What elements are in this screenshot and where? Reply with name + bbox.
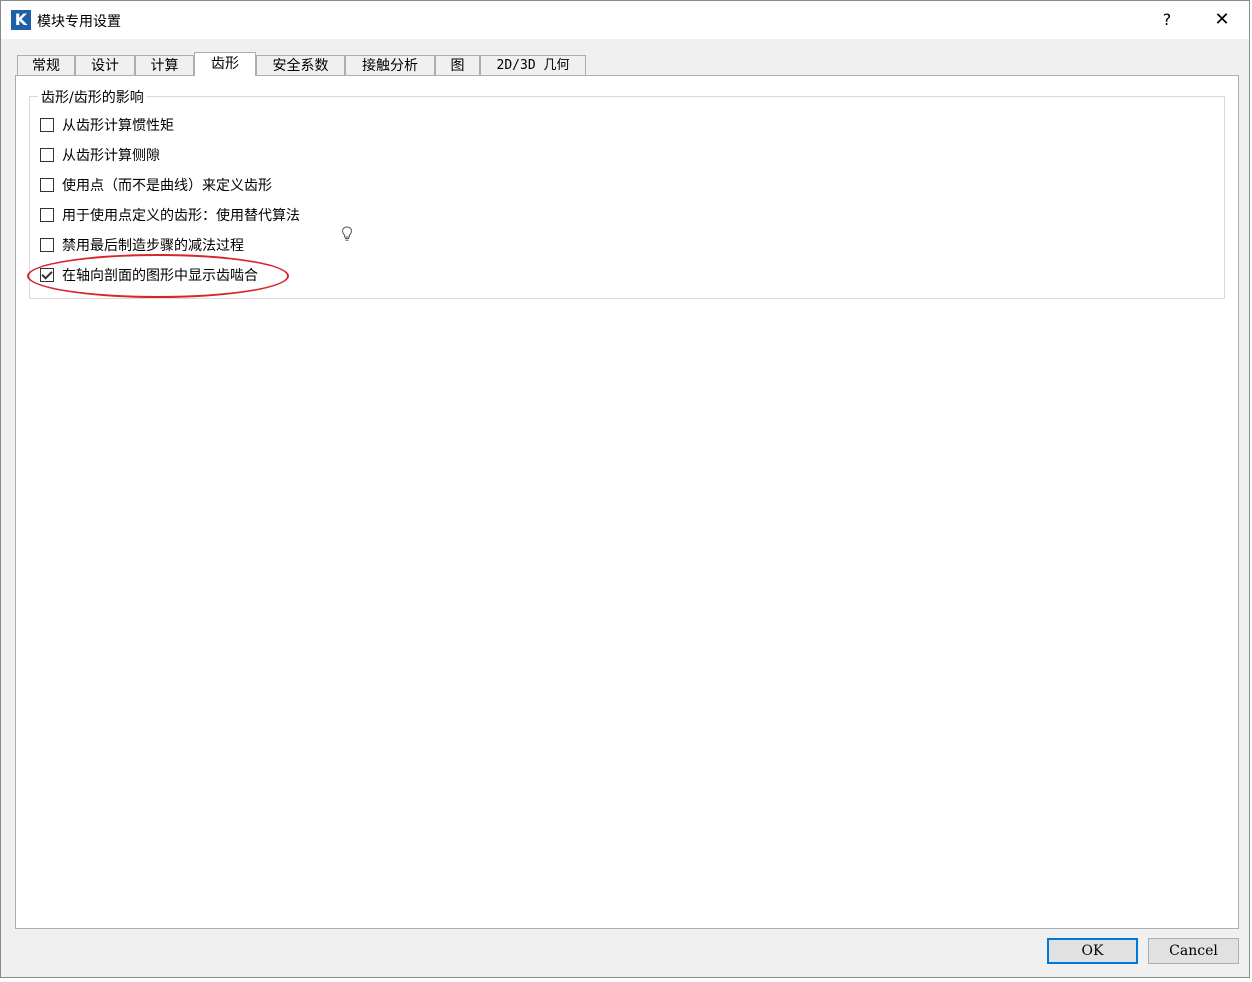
option-label: 用于使用点定义的齿形：使用替代算法 [62, 208, 300, 224]
tab-tooth-form[interactable]: 齿形 [194, 52, 256, 76]
app-logo-icon: K [11, 10, 31, 30]
checkbox[interactable] [40, 118, 54, 132]
checkbox[interactable] [40, 178, 54, 192]
option-label: 从齿形计算侧隙 [62, 148, 160, 164]
checkbox-checked[interactable] [40, 268, 54, 282]
tab-contact-analysis[interactable]: 接触分析 [345, 55, 435, 75]
tab-2d-3d-geometry[interactable]: 2D/3D 几何 [480, 55, 586, 75]
help-button[interactable]: ? [1155, 7, 1179, 33]
cancel-button[interactable]: Cancel [1148, 938, 1239, 964]
tab-design[interactable]: 设计 [75, 55, 135, 75]
checkbox[interactable] [40, 148, 54, 162]
ok-button[interactable]: OK [1047, 938, 1138, 964]
close-button[interactable]: ✕ [1207, 7, 1237, 33]
tab-graphics[interactable]: 图 [435, 55, 480, 75]
tab-panel: 齿形/齿形的影响 从齿形计算惯性矩 从齿形计算侧隙 使用点（而不是曲线）来定义齿… [15, 75, 1239, 929]
checkbox[interactable] [40, 238, 54, 252]
window-title: 模块专用设置 [37, 14, 121, 30]
checkbox[interactable] [40, 208, 54, 222]
option-label: 在轴向剖面的图形中显示齿啮合 [62, 268, 258, 284]
group-title: 齿形/齿形的影响 [38, 87, 147, 107]
option-label: 使用点（而不是曲线）来定义齿形 [62, 178, 272, 194]
tab-safety-factors[interactable]: 安全系数 [256, 55, 345, 75]
settings-dialog: K 模块专用设置 ? ✕ 常规 设计 计算 齿形 安全系数 接触分析 图 2D/… [0, 0, 1250, 978]
lightbulb-icon[interactable] [341, 226, 353, 242]
option-label: 从齿形计算惯性矩 [62, 118, 174, 134]
title-bar: K 模块专用设置 ? ✕ [1, 1, 1249, 39]
tab-calculation[interactable]: 计算 [135, 55, 194, 75]
tab-general[interactable]: 常规 [17, 55, 75, 75]
option-label: 禁用最后制造步骤的减法过程 [62, 238, 244, 254]
